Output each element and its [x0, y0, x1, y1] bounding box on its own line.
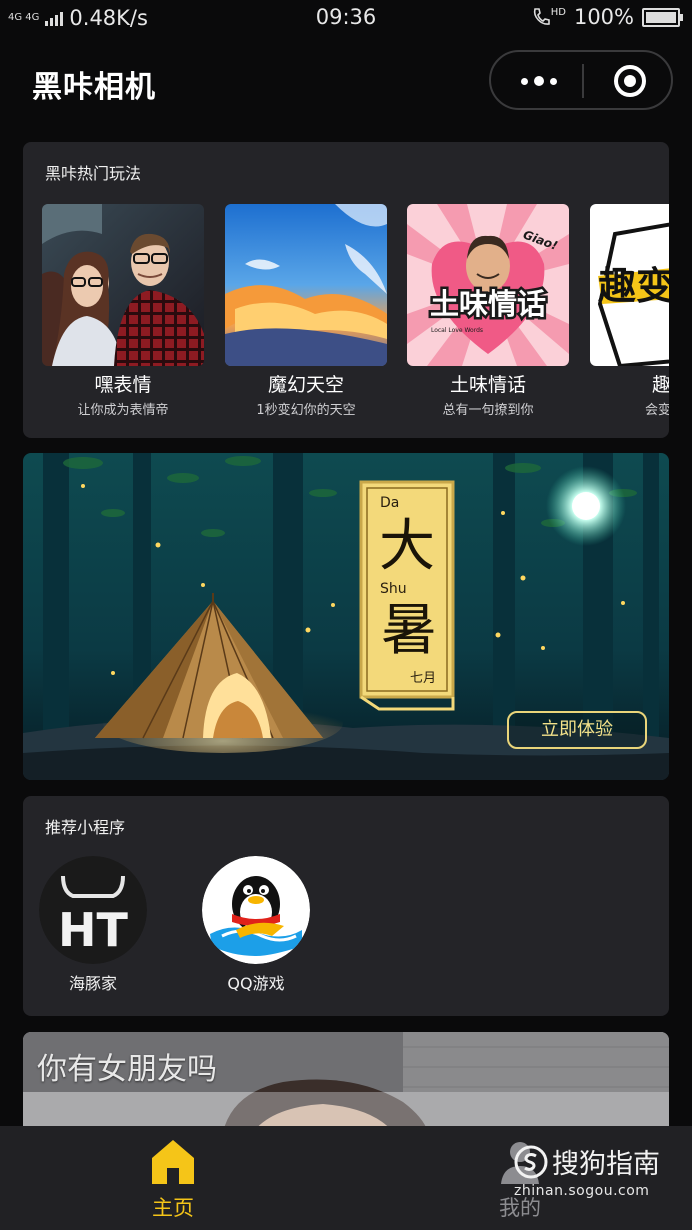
- feature-name: 嘿表情: [94, 374, 152, 396]
- watermark-url: zhinan.sogou.com: [514, 1183, 650, 1199]
- feature-thumbnail: 趣变: [590, 204, 669, 366]
- mini-programs-card: 推荐小程序 HT 海豚家 QQ游戏: [23, 796, 669, 1016]
- feature-thumbnail: [42, 204, 204, 366]
- close-miniprogram-icon[interactable]: [613, 64, 647, 98]
- more-icon[interactable]: [509, 68, 569, 94]
- section-title: 黑咔热门玩法: [45, 164, 142, 183]
- feature-item-sky[interactable]: 魔幻天空 1秒变幻你的天空: [225, 204, 387, 418]
- haitunjia-logo-text: HT: [58, 903, 128, 957]
- call-hd-icon: HD: [531, 7, 566, 27]
- watermark-brand-text: 搜狗指南: [552, 1149, 660, 1180]
- feature-thumbnail: 土味情话 Giao! Local Love Words: [407, 204, 569, 366]
- feature-desc: 让你成为表情帝: [77, 403, 169, 418]
- feature-item-voice[interactable]: 趣变 趣变 会变声的: [590, 204, 669, 418]
- haitunjia-logo: HT: [39, 856, 147, 964]
- feature-desc: 总有一句撩到你: [442, 403, 534, 418]
- banner-latin-top: Da: [380, 495, 399, 511]
- video-card[interactable]: 你有女朋友吗: [23, 1032, 669, 1132]
- feature-desc: 1秒变幻你的天空: [256, 403, 356, 418]
- tab-home-label: 主页: [152, 1196, 194, 1220]
- section-title: 推荐小程序: [45, 818, 126, 837]
- watermark-brand: 搜狗指南: [514, 1142, 679, 1181]
- mini-program-qq-game[interactable]: QQ游戏: [201, 856, 311, 994]
- banner-month: 七月: [410, 671, 436, 686]
- battery-percent: 100%: [573, 5, 634, 29]
- hd-label: HD: [550, 7, 566, 18]
- sogou-logo-icon: [514, 1145, 548, 1178]
- video-title: 你有女朋友吗: [37, 1052, 217, 1087]
- feature-thumbnail: [225, 204, 387, 366]
- qq-game-logo: [202, 856, 310, 964]
- try-now-button[interactable]: 立即体验: [507, 711, 647, 749]
- banner-char-bottom: 暑: [381, 598, 437, 663]
- capsule-divider: [582, 64, 584, 98]
- mini-program-name: 海豚家: [68, 974, 117, 993]
- thumb-title: 土味情话: [430, 287, 546, 321]
- feature-desc: 会变声的: [644, 403, 669, 418]
- home-icon: [152, 1140, 194, 1184]
- feature-name: 土味情话: [449, 374, 526, 396]
- tab-home[interactable]: 主页: [140, 1138, 206, 1222]
- status-bar: 4G 4G 0.48K/s 09:36 HD 100%: [0, 0, 692, 38]
- mini-program-haitunjia[interactable]: HT 海豚家: [38, 856, 148, 994]
- thumb-title: 趣变: [598, 264, 669, 308]
- battery-icon: [642, 7, 683, 27]
- thumb-caption: Local Love Words: [431, 327, 483, 334]
- mini-program-name: QQ游戏: [227, 974, 285, 993]
- banner-latin-mid: Shu: [380, 581, 407, 597]
- feature-item-love-words[interactable]: 土味情话 Giao! Local Love Words 土味情话 总有一句撩到你: [407, 204, 569, 418]
- capsule-menu: [489, 50, 673, 110]
- promo-banner[interactable]: Da 大 Shu 暑 七月 立即体验: [23, 453, 669, 780]
- feature-name: 趣变: [651, 374, 669, 396]
- banner-char-top: 大: [379, 514, 435, 579]
- feature-item-emoji[interactable]: 嘿表情 让你成为表情帝: [42, 204, 204, 418]
- sogou-watermark: 搜狗指南 zhinan.sogou.com: [514, 1142, 679, 1199]
- status-right: HD 100%: [531, 5, 683, 29]
- hot-features-card: 黑咔热门玩法 嘿表情 让你成为表情帝 魔幻天空 1秒变幻你的天空 土味情话 Gi…: [23, 142, 669, 438]
- page-title: 黑咔相机: [32, 70, 156, 105]
- feature-name: 魔幻天空: [267, 374, 344, 396]
